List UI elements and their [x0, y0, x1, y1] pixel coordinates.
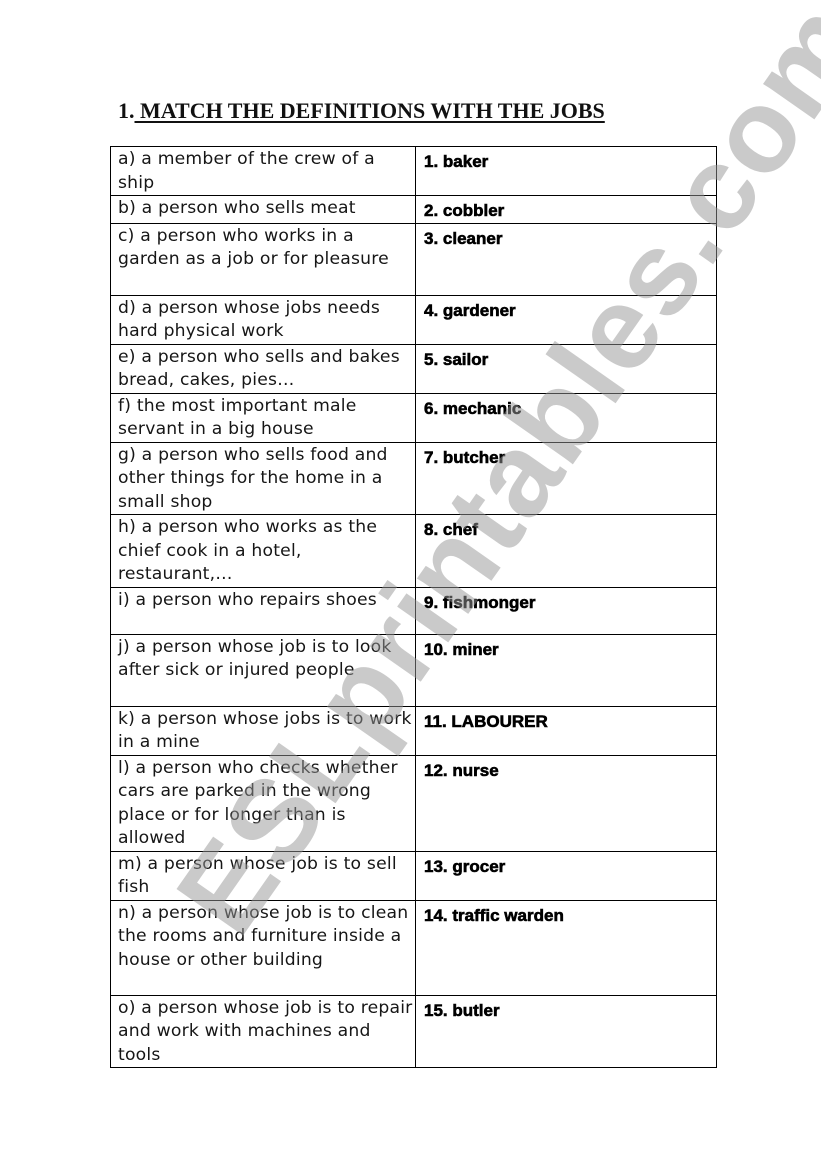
definition-cell: c) a person who works in a garden as a j…: [110, 222, 416, 296]
table-row: a) a member of the crew of a ship 1. bak…: [110, 146, 717, 196]
job-cell: 8. chef: [415, 514, 717, 588]
table-row: h) a person who works as the chief cook …: [110, 514, 717, 588]
job-cell: 9. fishmonger: [415, 586, 717, 635]
table-row: g) a person who sells food and other thi…: [110, 441, 717, 515]
table-row: o) a person whose job is to repair and w…: [110, 994, 717, 1068]
table-row: n) a person whose job is to clean the ro…: [110, 899, 717, 996]
job-cell: 5. sailor: [415, 343, 717, 394]
table-row: i) a person who repairs shoes 9. fishmon…: [110, 586, 717, 635]
job-cell: 11. LABOURER: [415, 705, 717, 756]
definition-cell: j) a person whose job is to look after s…: [110, 633, 416, 707]
definition-cell: o) a person whose job is to repair and w…: [110, 994, 416, 1068]
table-row: f) the most important male servant in a …: [110, 392, 717, 443]
job-cell: 2. cobbler: [415, 195, 717, 224]
definition-cell: f) the most important male servant in a …: [110, 392, 416, 443]
job-cell: 3. cleaner: [415, 222, 717, 296]
definition-cell: d) a person whose jobs needs hard physic…: [110, 294, 416, 345]
definition-cell: i) a person who repairs shoes: [110, 586, 416, 635]
definition-cell: h) a person who works as the chief cook …: [110, 514, 416, 588]
worksheet-title: 1. MATCH THE DEFINITIONS WITH THE JOBS: [118, 98, 605, 124]
table-row: j) a person whose job is to look after s…: [110, 633, 717, 707]
definition-cell: b) a person who sells meat: [110, 195, 416, 224]
table-row: e) a person who sells and bakes bread, c…: [110, 343, 717, 394]
table-row: m) a person whose job is to sell fish 13…: [110, 850, 717, 901]
definition-cell: k) a person whose jobs is to work in a m…: [110, 705, 416, 756]
job-cell: 14. traffic warden: [415, 899, 717, 996]
definition-cell: n) a person whose job is to clean the ro…: [110, 899, 416, 996]
definition-cell: l) a person who checks whether cars are …: [110, 754, 416, 852]
job-cell: 13. grocer: [415, 850, 717, 901]
job-cell: 6. mechanic: [415, 392, 717, 443]
definition-cell: m) a person whose job is to sell fish: [110, 850, 416, 901]
job-cell: 15. butler: [415, 994, 717, 1068]
definition-cell: g) a person who sells food and other thi…: [110, 441, 416, 515]
table-row: k) a person whose jobs is to work in a m…: [110, 705, 717, 756]
table-row: d) a person whose jobs needs hard physic…: [110, 294, 717, 345]
table-row: b) a person who sells meat 2. cobbler: [110, 195, 717, 224]
job-cell: 1. baker: [415, 146, 717, 196]
job-cell: 12. nurse: [415, 754, 717, 852]
definition-cell: a) a member of the crew of a ship: [110, 146, 416, 196]
job-cell: 4. gardener: [415, 294, 717, 345]
definition-cell: e) a person who sells and bakes bread, c…: [110, 343, 416, 394]
matching-table: a) a member of the crew of a ship 1. bak…: [110, 146, 717, 1068]
exercise-number: 1.: [118, 98, 135, 123]
table-row: l) a person who checks whether cars are …: [110, 754, 717, 852]
exercise-instruction: MATCH THE DEFINITIONS WITH THE JOBS: [134, 98, 605, 123]
job-cell: 10. miner: [415, 633, 717, 707]
job-cell: 7. butcher: [415, 441, 717, 515]
table-row: c) a person who works in a garden as a j…: [110, 222, 717, 296]
